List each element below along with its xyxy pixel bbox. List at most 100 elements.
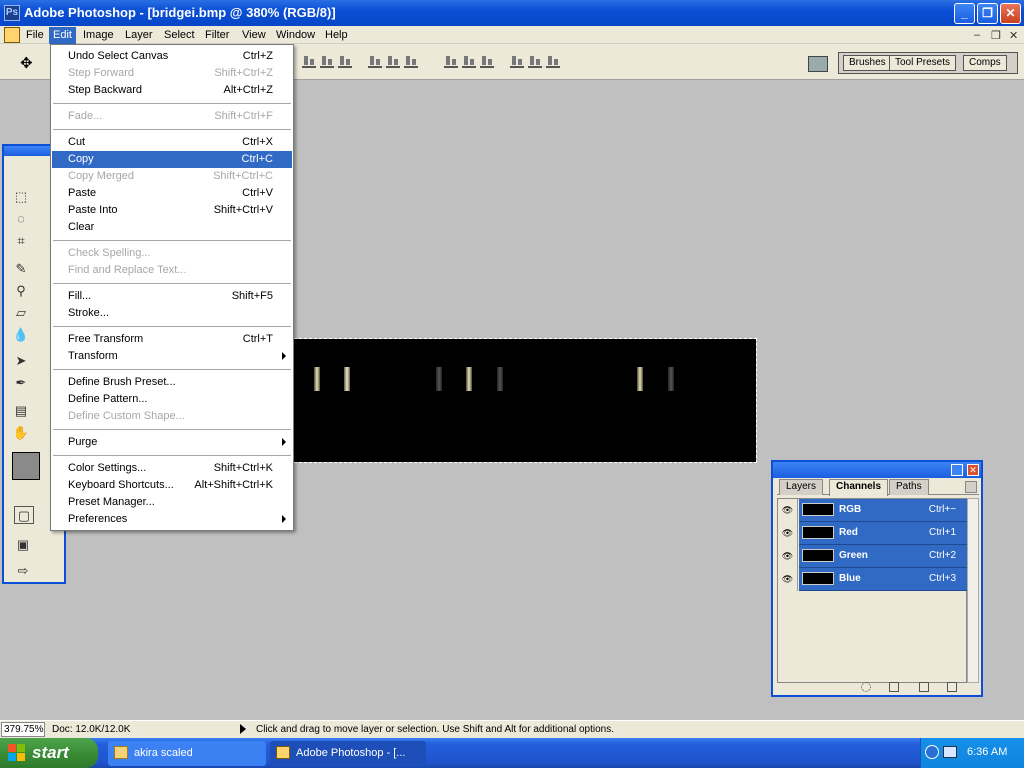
menu-item-copy[interactable]: Copy Ctrl+C [52, 151, 292, 168]
menu-item-clear[interactable]: Clear [52, 219, 292, 236]
stamp-tool-icon[interactable]: ⚲ [12, 282, 30, 300]
taskbar-item-photoshop[interactable]: Adobe Photoshop - [... [270, 741, 426, 766]
image-stripe [436, 367, 442, 391]
zoom-field[interactable]: 379.75% [1, 722, 45, 737]
menu-layer[interactable]: Layer [121, 28, 157, 43]
image-canvas[interactable] [289, 338, 757, 463]
menu-item-keyboard-shortcuts[interactable]: Keyboard Shortcuts... Alt+Shift+Ctrl+K [52, 477, 292, 494]
align-top-icon[interactable] [302, 56, 316, 68]
menu-item-step-backward[interactable]: Step Backward Alt+Ctrl+Z [52, 82, 292, 99]
align-left-icon[interactable] [368, 56, 382, 68]
start-button[interactable]: start [0, 738, 98, 768]
menu-image[interactable]: Image [79, 28, 118, 43]
maximize-button[interactable]: ❐ [977, 3, 998, 24]
visibility-eye-icon[interactable]: 👁 [778, 499, 798, 522]
menu-item-preferences[interactable]: Preferences [52, 511, 292, 528]
jump-to-imageready-icon[interactable]: ⇨ [14, 562, 32, 580]
doc-close-button[interactable]: ✕ [1009, 29, 1018, 42]
doc-restore-button[interactable]: ❐ [991, 29, 1001, 42]
network-icon[interactable] [943, 746, 957, 758]
crop-tool-icon[interactable]: ⌗ [12, 232, 30, 250]
well-tab-comps[interactable]: Comps [963, 55, 1007, 71]
visibility-eye-icon[interactable]: 👁 [778, 568, 798, 591]
menu-separator [53, 455, 291, 456]
save-selection-icon[interactable] [889, 682, 899, 692]
trash-icon[interactable] [947, 682, 957, 692]
menu-view[interactable]: View [238, 28, 270, 43]
distribute-bottom-icon[interactable] [480, 56, 494, 68]
align-right-icon[interactable] [404, 56, 418, 68]
lasso-tool-icon[interactable]: ◌ [12, 210, 30, 228]
channel-row-blue[interactable]: 👁 Blue Ctrl+3 [778, 568, 968, 591]
align-vcenter-icon[interactable] [320, 56, 334, 68]
menu-select[interactable]: Select [160, 28, 199, 43]
menu-item-preset-manager[interactable]: Preset Manager... [52, 494, 292, 511]
well-tab-tool-presets[interactable]: Tool Presets [889, 55, 957, 71]
menu-separator [53, 129, 291, 130]
menu-item-cut[interactable]: Cut Ctrl+X [52, 134, 292, 151]
channel-row-green[interactable]: 👁 Green Ctrl+2 [778, 545, 968, 568]
distribute-hcenter-icon[interactable] [528, 56, 542, 68]
path-select-tool-icon[interactable]: ➤ [12, 352, 30, 370]
screen-mode-icon[interactable]: ▣ [14, 536, 32, 554]
pen-tool-icon[interactable]: ✒ [12, 374, 30, 392]
tab-layers[interactable]: Layers [779, 479, 824, 495]
menu-item-paste-into[interactable]: Paste Into Shift+Ctrl+V [52, 202, 292, 219]
distribute-vcenter-icon[interactable] [462, 56, 476, 68]
menu-help[interactable]: Help [321, 28, 352, 43]
align-bottom-icon[interactable] [338, 56, 352, 68]
status-menu-arrow-icon[interactable] [240, 724, 246, 734]
channel-row-red[interactable]: 👁 Red Ctrl+1 [778, 522, 968, 545]
file-browser-icon[interactable] [808, 56, 828, 72]
panel-minimize-icon[interactable] [951, 464, 963, 476]
menu-item-transform[interactable]: Transform [52, 348, 292, 365]
standard-mode-icon[interactable]: ▢ [14, 506, 34, 524]
menu-filter[interactable]: Filter [201, 28, 233, 43]
healing-tool-icon[interactable]: ✎ [12, 260, 30, 278]
blur-tool-icon[interactable]: 💧 [12, 326, 30, 344]
menu-item-define-brush-preset[interactable]: Define Brush Preset... [52, 374, 292, 391]
menu-window[interactable]: Window [272, 28, 319, 43]
menu-item-stroke[interactable]: Stroke... [52, 305, 292, 322]
document-icon[interactable] [4, 27, 20, 43]
panel-menu-icon[interactable] [965, 481, 977, 493]
channels-panel: ✕ Layers Channels Paths 👁 RGB Ctrl+~ 👁 R… [771, 460, 983, 697]
visibility-eye-icon[interactable]: 👁 [778, 545, 798, 568]
menu-item-color-settings[interactable]: Color Settings... Shift+Ctrl+K [52, 460, 292, 477]
notes-tool-icon[interactable]: ▤ [12, 402, 30, 420]
tab-paths[interactable]: Paths [889, 479, 929, 495]
minimize-button[interactable]: _ [954, 3, 975, 24]
menu-item-purge[interactable]: Purge [52, 434, 292, 451]
channel-scrollbar[interactable] [967, 498, 979, 683]
panel-header[interactable]: ✕ [773, 462, 981, 478]
menu-item-define-pattern[interactable]: Define Pattern... [52, 391, 292, 408]
menu-item-undo-select-canvas[interactable]: Undo Select Canvas Ctrl+Z [52, 48, 292, 65]
distribute-left-icon[interactable] [510, 56, 524, 68]
menu-item-paste[interactable]: Paste Ctrl+V [52, 185, 292, 202]
distribute-top-icon[interactable] [444, 56, 458, 68]
panel-close-icon[interactable]: ✕ [967, 464, 979, 476]
eraser-tool-icon[interactable]: ▱ [12, 304, 30, 322]
new-channel-icon[interactable] [919, 682, 929, 692]
move-tool-icon[interactable]: ✥ [20, 54, 33, 72]
hand-tool-icon[interactable]: ✋ [12, 424, 30, 442]
taskbar-item-akira-scaled[interactable]: akira scaled [108, 741, 266, 766]
tray-expand-icon[interactable] [925, 745, 939, 759]
doc-minimize-button[interactable]: – [974, 29, 980, 41]
photoshop-app-icon[interactable]: Ps [4, 5, 20, 21]
marquee-tool-icon[interactable]: ⬚ [12, 188, 30, 206]
close-button[interactable]: ✕ [1000, 3, 1021, 24]
photoshop-icon [276, 746, 290, 759]
menu-file[interactable]: File [22, 28, 48, 43]
foreground-color-swatch[interactable] [12, 452, 40, 480]
menu-edit[interactable]: Edit [49, 27, 76, 44]
tab-channels[interactable]: Channels [829, 479, 889, 496]
menu-item-fill[interactable]: Fill... Shift+F5 [52, 288, 292, 305]
distribute-right-icon[interactable] [546, 56, 560, 68]
well-tab-brushes[interactable]: Brushes [843, 55, 892, 71]
channel-row-rgb[interactable]: 👁 RGB Ctrl+~ [778, 499, 968, 522]
visibility-eye-icon[interactable]: 👁 [778, 522, 798, 545]
align-hcenter-icon[interactable] [386, 56, 400, 68]
load-selection-icon[interactable] [861, 682, 871, 692]
menu-item-free-transform[interactable]: Free Transform Ctrl+T [52, 331, 292, 348]
